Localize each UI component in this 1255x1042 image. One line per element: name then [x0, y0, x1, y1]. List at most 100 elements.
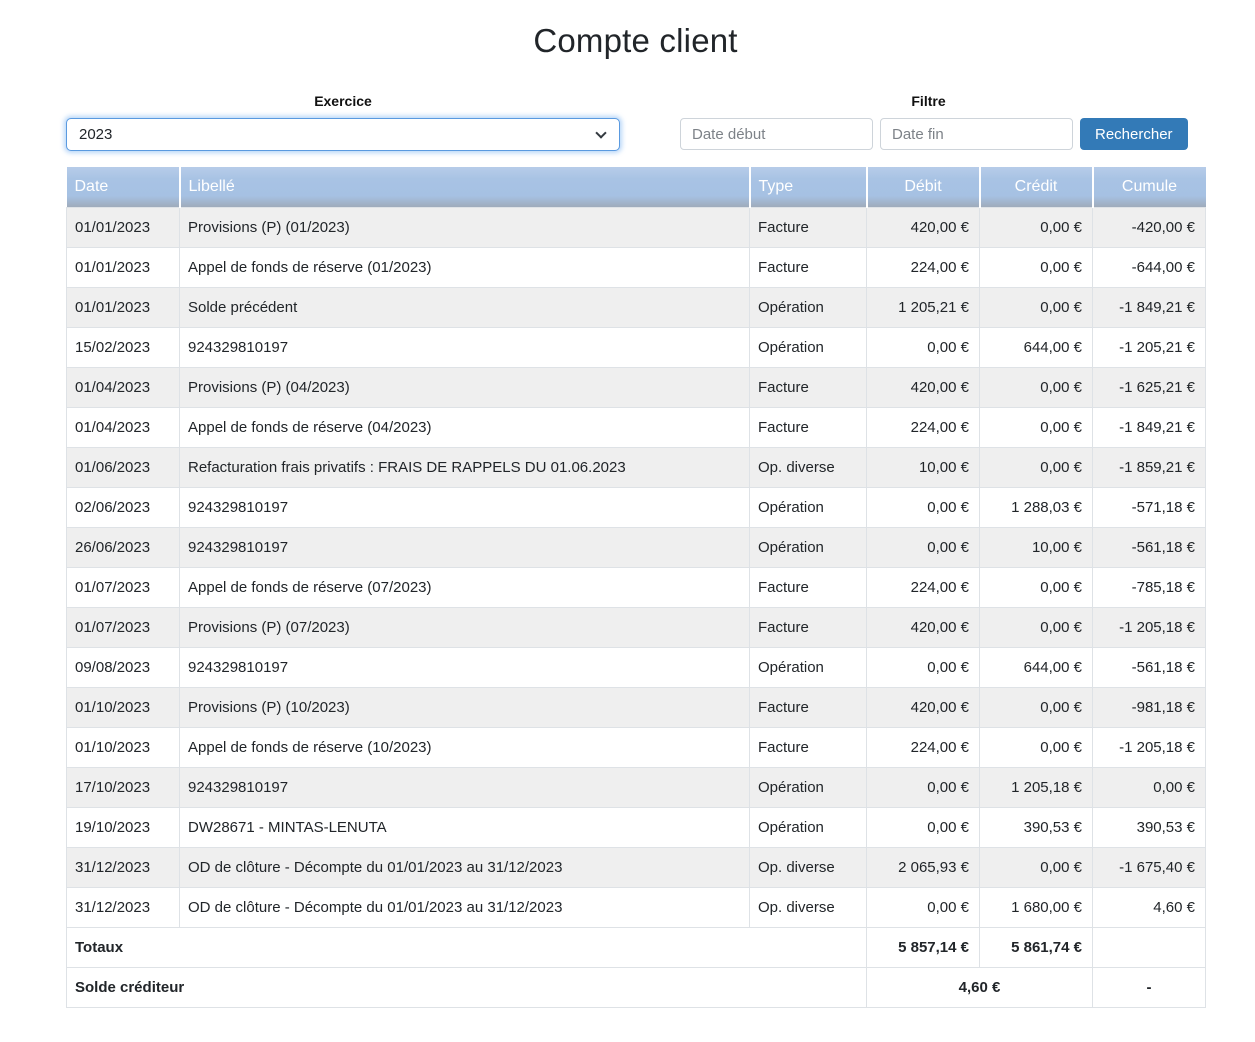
- cell-debit: 224,00 €: [867, 407, 980, 447]
- cell-date: 31/12/2023: [67, 887, 180, 927]
- cell-cumule: -571,18 €: [1093, 487, 1206, 527]
- table-row: 01/10/2023Provisions (P) (10/2023)Factur…: [67, 687, 1206, 727]
- table-body: 01/01/2023Provisions (P) (01/2023)Factur…: [67, 207, 1206, 927]
- page-title: Compte client: [66, 22, 1205, 60]
- cell-date: 17/10/2023: [67, 767, 180, 807]
- cell-type: Facture: [750, 727, 867, 767]
- cell-debit: 0,00 €: [867, 647, 980, 687]
- cell-cumule: -1 625,21 €: [1093, 367, 1206, 407]
- table-row: 01/07/2023Appel de fonds de réserve (07/…: [67, 567, 1206, 607]
- cell-libelle: Provisions (P) (10/2023): [180, 687, 750, 727]
- cell-libelle: 924329810197: [180, 327, 750, 367]
- filtre-inputs: Rechercher: [680, 118, 1177, 150]
- date-debut-input[interactable]: [680, 118, 873, 150]
- cell-debit: 0,00 €: [867, 487, 980, 527]
- cell-libelle: Provisions (P) (07/2023): [180, 607, 750, 647]
- col-header-debit: Débit: [867, 167, 980, 207]
- cell-credit: 1 288,03 €: [980, 487, 1093, 527]
- cell-date: 26/06/2023: [67, 527, 180, 567]
- cell-date: 01/07/2023: [67, 567, 180, 607]
- col-header-libelle: Libellé: [180, 167, 750, 207]
- cell-credit: 1 680,00 €: [980, 887, 1093, 927]
- cell-cumule: -1 205,21 €: [1093, 327, 1206, 367]
- totals-credit: 5 861,74 €: [980, 927, 1093, 967]
- table-header: Date Libellé Type Débit Crédit Cumule: [67, 167, 1206, 207]
- solde-value: 4,60 €: [867, 967, 1093, 1007]
- cell-debit: 420,00 €: [867, 607, 980, 647]
- cell-debit: 0,00 €: [867, 767, 980, 807]
- cell-credit: 0,00 €: [980, 567, 1093, 607]
- table-row: 01/01/2023Appel de fonds de réserve (01/…: [67, 247, 1206, 287]
- cell-date: 01/10/2023: [67, 727, 180, 767]
- cell-debit: 420,00 €: [867, 367, 980, 407]
- account-table: Date Libellé Type Débit Crédit Cumule 01…: [66, 167, 1206, 1008]
- cell-cumule: -1 205,18 €: [1093, 727, 1206, 767]
- cell-type: Facture: [750, 367, 867, 407]
- cell-credit: 644,00 €: [980, 327, 1093, 367]
- filtre-label: Filtre: [680, 93, 1177, 109]
- cell-cumule: -1 849,21 €: [1093, 407, 1206, 447]
- table-row: 01/10/2023Appel de fonds de réserve (10/…: [67, 727, 1206, 767]
- cell-credit: 0,00 €: [980, 207, 1093, 247]
- controls-bar: Exercice 2023 Filtre Rechercher: [66, 93, 1205, 151]
- cell-libelle: 924329810197: [180, 647, 750, 687]
- solde-label: Solde créditeur: [67, 967, 867, 1007]
- cell-libelle: 924329810197: [180, 527, 750, 567]
- cell-cumule: -644,00 €: [1093, 247, 1206, 287]
- cell-cumule: -561,18 €: [1093, 647, 1206, 687]
- cell-credit: 0,00 €: [980, 247, 1093, 287]
- table-row: 01/01/2023Provisions (P) (01/2023)Factur…: [67, 207, 1206, 247]
- cell-debit: 0,00 €: [867, 327, 980, 367]
- cell-debit: 0,00 €: [867, 807, 980, 847]
- exercice-group: Exercice 2023: [66, 93, 620, 151]
- rechercher-button[interactable]: Rechercher: [1080, 118, 1188, 150]
- cell-credit: 644,00 €: [980, 647, 1093, 687]
- cell-cumule: -1 859,21 €: [1093, 447, 1206, 487]
- cell-date: 01/01/2023: [67, 247, 180, 287]
- cell-libelle: OD de clôture - Décompte du 01/01/2023 a…: [180, 887, 750, 927]
- cell-cumule: -1 205,18 €: [1093, 607, 1206, 647]
- cell-libelle: 924329810197: [180, 767, 750, 807]
- cell-date: 01/06/2023: [67, 447, 180, 487]
- table-row: 31/12/2023OD de clôture - Décompte du 01…: [67, 887, 1206, 927]
- cell-type: Opération: [750, 287, 867, 327]
- cell-type: Op. diverse: [750, 447, 867, 487]
- page-container: Compte client Exercice 2023 Filtre Reche…: [66, 22, 1205, 1008]
- table-row: 02/06/2023924329810197Opération0,00 €1 2…: [67, 487, 1206, 527]
- cell-libelle: Appel de fonds de réserve (07/2023): [180, 567, 750, 607]
- cell-type: Opération: [750, 327, 867, 367]
- cell-date: 01/04/2023: [67, 367, 180, 407]
- cell-type: Facture: [750, 247, 867, 287]
- col-header-cumule: Cumule: [1093, 167, 1206, 207]
- cell-cumule: -561,18 €: [1093, 527, 1206, 567]
- cell-cumule: -1 849,21 €: [1093, 287, 1206, 327]
- cell-cumule: 390,53 €: [1093, 807, 1206, 847]
- cell-debit: 0,00 €: [867, 887, 980, 927]
- cell-credit: 0,00 €: [980, 287, 1093, 327]
- cell-type: Facture: [750, 207, 867, 247]
- solde-cumule: -: [1093, 967, 1206, 1007]
- table-footer: Totaux 5 857,14 € 5 861,74 € Solde crédi…: [67, 927, 1206, 1007]
- date-fin-input[interactable]: [880, 118, 1073, 150]
- cell-debit: 420,00 €: [867, 687, 980, 727]
- totals-row: Totaux 5 857,14 € 5 861,74 €: [67, 927, 1206, 967]
- solde-row: Solde créditeur 4,60 € -: [67, 967, 1206, 1007]
- cell-date: 15/02/2023: [67, 327, 180, 367]
- table-row: 01/04/2023Appel de fonds de réserve (04/…: [67, 407, 1206, 447]
- table-row: 01/04/2023Provisions (P) (04/2023)Factur…: [67, 367, 1206, 407]
- cell-type: Facture: [750, 687, 867, 727]
- exercice-select[interactable]: 2023: [66, 118, 620, 151]
- cell-libelle: Refacturation frais privatifs : FRAIS DE…: [180, 447, 750, 487]
- cell-credit: 0,00 €: [980, 447, 1093, 487]
- cell-debit: 224,00 €: [867, 247, 980, 287]
- cell-debit: 224,00 €: [867, 727, 980, 767]
- cell-debit: 224,00 €: [867, 567, 980, 607]
- cell-credit: 0,00 €: [980, 607, 1093, 647]
- cell-credit: 10,00 €: [980, 527, 1093, 567]
- cell-libelle: OD de clôture - Décompte du 01/01/2023 a…: [180, 847, 750, 887]
- cell-type: Facture: [750, 567, 867, 607]
- cell-date: 19/10/2023: [67, 807, 180, 847]
- col-header-credit: Crédit: [980, 167, 1093, 207]
- cell-libelle: 924329810197: [180, 487, 750, 527]
- cell-libelle: Appel de fonds de réserve (04/2023): [180, 407, 750, 447]
